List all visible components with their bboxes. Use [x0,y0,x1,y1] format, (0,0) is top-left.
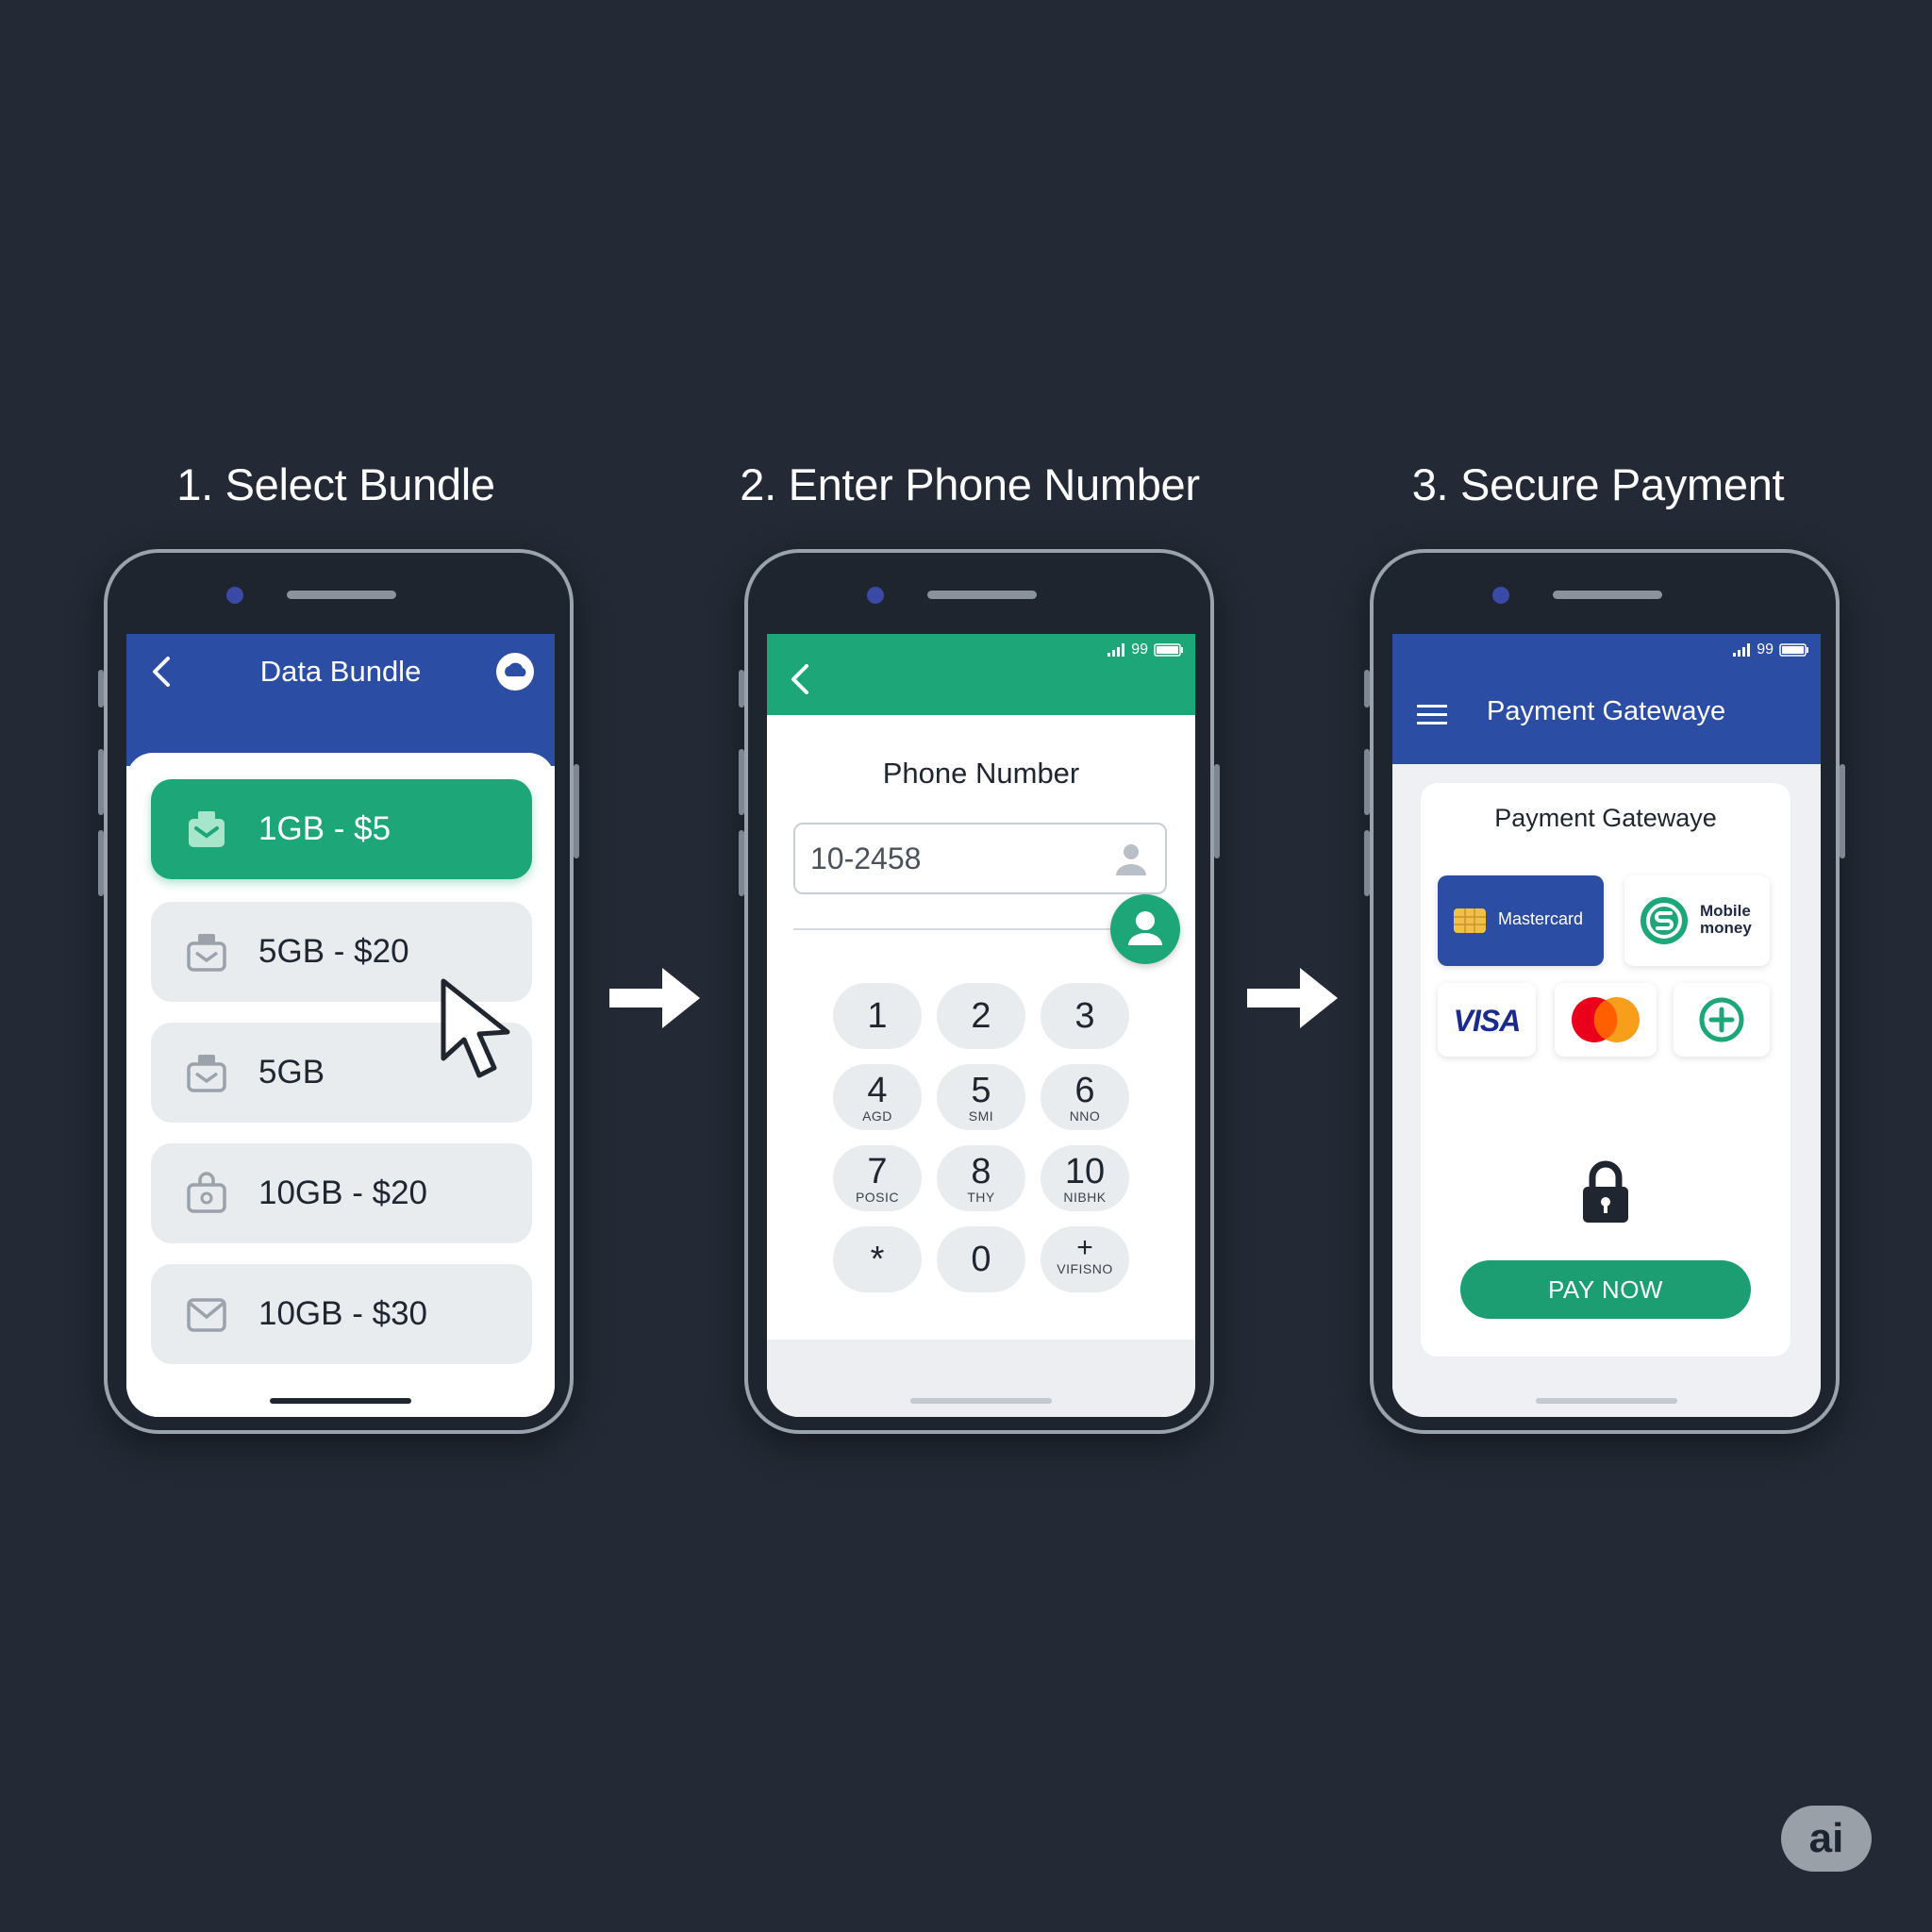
bundle-header: Data Bundle [126,634,555,766]
keypad-key-7[interactable]: 7 POSIC [833,1145,922,1211]
bundle-label: 5GB [258,1054,325,1091]
mobile-money-line1: Mobile [1700,902,1751,920]
keypad-key-6[interactable]: 6 NNO [1041,1064,1129,1130]
front-camera [1492,587,1509,604]
lock-icon [1583,1160,1628,1223]
keypad-key-star[interactable]: * [833,1226,922,1292]
status-text: 99 [1757,641,1774,658]
step-2-title: 2. Enter Phone Number [740,459,1200,509]
status-bar: 99 [1107,640,1184,660]
bundle-screen: Data Bundle 1GB - $5 5GB - $20 5GB 10GB … [126,634,555,1417]
keypad-key-8[interactable]: 8 THY [937,1145,1025,1211]
front-camera [867,587,884,604]
signal-icon [1733,643,1751,657]
back-chevron-icon[interactable] [782,660,820,698]
menu-icon[interactable] [1415,702,1449,728]
payment-screen: 99 Payment Gatewaye Payment Gatewaye Mas… [1392,634,1821,1417]
signal-icon [1108,643,1125,657]
mastercard-label: Mastercard [1498,909,1584,928]
card-title: Payment Gatewaye [1494,804,1717,832]
earpiece-speaker [927,591,1037,599]
bundle-label: 1GB - $5 [258,810,391,847]
right-arrow-icon [1247,968,1338,1028]
keypad-key-0[interactable]: 0 [937,1226,1025,1292]
keypad-key-4[interactable]: 4 AGD [833,1064,922,1130]
divider [793,928,1124,930]
keypad-key-10[interactable]: 10 NIBHK [1041,1145,1129,1211]
home-indicator [1536,1398,1677,1404]
phone-number-label: Phone Number [882,757,1080,790]
bundle-option-1gb-5[interactable]: 1GB - $5 [151,779,532,879]
status-text: 99 [1131,641,1148,658]
page-title: Payment Gatewaye [1487,696,1726,726]
mobile-money-option[interactable]: Mobile money [1624,875,1770,966]
mobile-money-icon [1641,897,1688,944]
phone-enter-number: 99 Phone Number 10-2458 1 2 3 4 AGD 5 SM… [739,549,1220,1434]
earpiece-speaker [287,591,396,599]
person-icon [1128,911,1162,945]
payment-card: Payment Gatewaye Mastercard Mobile money [1421,783,1790,1357]
bundle-box-icon [187,934,226,972]
bundle-box-icon [187,1055,226,1092]
phone-number-screen: 99 Phone Number 10-2458 1 2 3 4 AGD 5 SM… [767,634,1195,1417]
step-1-title: 1. Select Bundle [176,459,495,509]
person-icon [1116,844,1146,875]
add-payment-option[interactable] [1674,983,1770,1057]
visa-option[interactable]: VISA [1438,983,1536,1057]
cloud-icon[interactable] [496,653,534,691]
bundle-label: 10GB - $20 [258,1174,427,1211]
visa-logo: VISA [1453,1004,1522,1038]
phone-number-input[interactable]: 10-2458 [793,823,1167,894]
keypad-key-plus[interactable]: + VIFISNO [1041,1226,1129,1292]
sim-chip-icon [1454,908,1486,933]
battery-icon [1154,643,1183,657]
phone-select-bundle: Data Bundle 1GB - $5 5GB - $20 5GB 10GB … [98,549,579,1434]
bundle-label: 10GB - $30 [258,1295,427,1332]
status-bar: 99 [1732,640,1809,660]
front-camera [226,587,243,604]
battery-icon [1779,643,1808,657]
keypad-key-2[interactable]: 2 [937,983,1025,1049]
mastercard-logo-icon [1572,997,1640,1042]
earpiece-speaker [1553,591,1662,599]
keypad-key-1[interactable]: 1 [833,983,922,1049]
bundle-label: 5GB - $20 [258,933,409,970]
keypad-key-5[interactable]: 5 SMI [937,1064,1025,1130]
phone-secure-payment: 99 Payment Gatewaye Payment Gatewaye Mas… [1364,549,1845,1434]
mobile-money-line2: money [1700,919,1752,937]
home-indicator [270,1398,411,1404]
bottom-area [767,1340,1195,1417]
page-title: Data Bundle [259,655,422,688]
home-indicator [910,1398,1052,1404]
mouse-cursor-icon [441,978,510,1078]
mastercard-logo-option[interactable] [1555,983,1657,1057]
bundle-box-icon [189,811,225,847]
step-3-title: 3. Secure Payment [1411,459,1785,509]
phone-header: 99 [767,634,1195,715]
phone-number-value: 10-2458 [810,841,922,875]
payment-header: 99 Payment Gatewaye [1392,634,1821,764]
envelope-icon [187,1298,226,1332]
bundle-lock-box-icon [187,1172,226,1213]
pay-now-button[interactable]: PAY NOW [1460,1260,1751,1319]
contacts-button[interactable] [1110,894,1180,964]
keypad-key-3[interactable]: 3 [1041,983,1129,1049]
bundle-option-10gb-30[interactable]: 10GB - $30 [151,1264,532,1364]
plus-circle-icon [1699,997,1744,1042]
bundle-option-10gb-20[interactable]: 10GB - $20 [151,1143,532,1243]
ai-badge: ai [1781,1806,1872,1872]
right-arrow-icon [609,968,700,1028]
bundle-list: 1GB - $5 5GB - $20 5GB 10GB - $20 10GB -… [126,753,555,1417]
mastercard-option[interactable]: Mastercard [1438,875,1604,966]
